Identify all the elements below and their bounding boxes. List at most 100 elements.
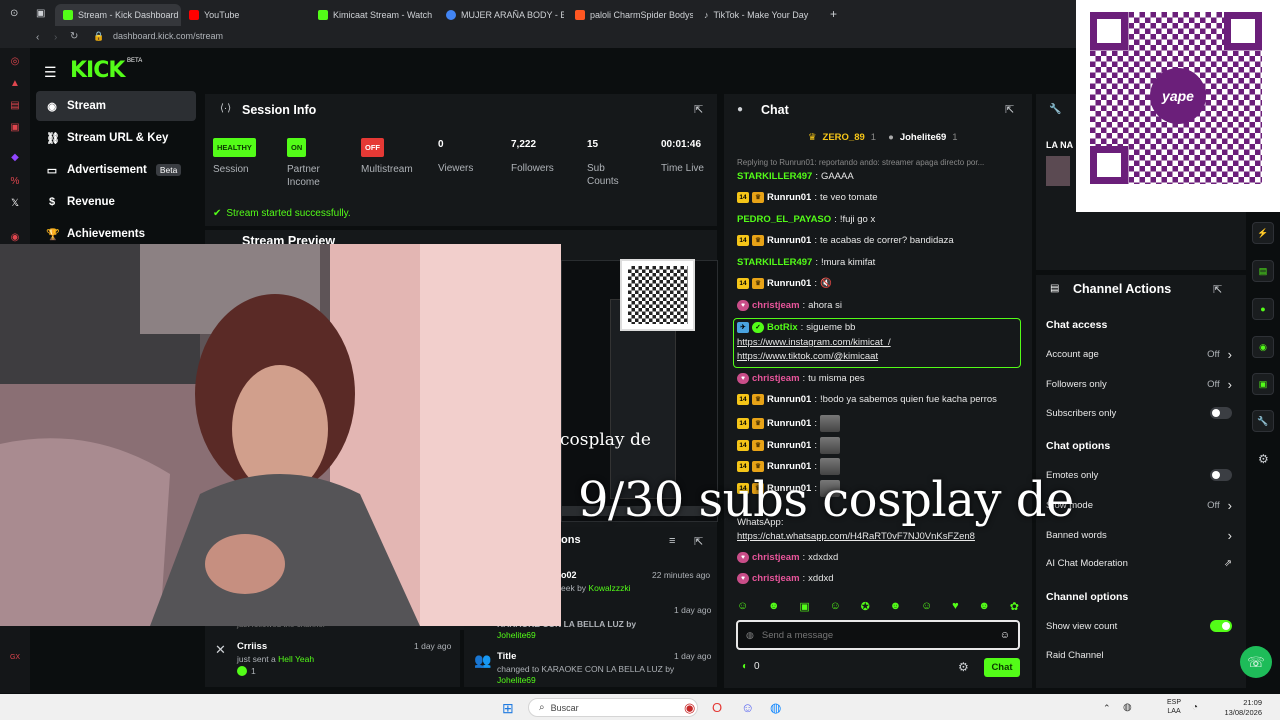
sidebar-app-icon[interactable]: ▣ xyxy=(9,122,21,134)
url-text[interactable]: dashboard.kick.com/stream xyxy=(113,31,223,41)
chevron-right-icon[interactable]: › xyxy=(1228,528,1232,543)
expand-icon[interactable]: ⇱ xyxy=(694,103,703,116)
chat-link[interactable]: https://www.instagram.com/kimicat_/ xyxy=(737,337,891,348)
setting-control[interactable]: Off › xyxy=(1207,377,1232,392)
chat-username[interactable]: BotRix xyxy=(767,322,798,333)
expand-icon[interactable]: ⇱ xyxy=(1213,283,1222,296)
activity-user[interactable]: Johelite69 xyxy=(497,675,536,685)
chat-link[interactable]: https://chat.whatsapp.com/H4RaRT0vF7NJ0V… xyxy=(737,531,975,542)
setting-control[interactable]: Off › xyxy=(1207,498,1232,513)
chat-username[interactable]: Runrun01 xyxy=(767,418,811,429)
taskbar-search[interactable]: ⌕ Buscar xyxy=(528,698,698,717)
chat-link[interactable]: https://www.tiktok.com/@kimicaat xyxy=(737,351,878,362)
toggle-switch[interactable] xyxy=(1210,469,1232,481)
app-icon[interactable]: ◉ xyxy=(684,700,695,716)
emote-icon[interactable]: ▣ xyxy=(799,600,809,614)
sidebar-app-icon[interactable]: % xyxy=(9,176,21,188)
chat-input-box[interactable]: ◍ ☺ xyxy=(736,620,1020,650)
tab-actions-icon[interactable]: ▣ xyxy=(36,8,45,19)
tab-kick-dashboard[interactable]: Stream - Kick Dashboard xyxy=(55,4,181,26)
pinned-user-name[interactable]: Johelite69 xyxy=(900,132,946,143)
chat-username[interactable]: christjeam xyxy=(752,573,800,584)
layout-icon[interactable]: ▣ xyxy=(1252,373,1274,395)
edge-icon[interactable]: ◍ xyxy=(770,700,781,716)
setting-row[interactable]: Show view count xyxy=(1046,620,1232,632)
chat-username[interactable]: christjeam xyxy=(752,552,800,563)
tab-aliexpress[interactable]: paloli CharmSpider Bodysu xyxy=(575,4,693,26)
chevron-right-icon[interactable]: › xyxy=(1228,498,1232,513)
setting-control[interactable] xyxy=(1210,469,1232,481)
chat-username[interactable]: STARKILLER497 xyxy=(737,171,812,182)
emote-icon[interactable]: ☺ xyxy=(830,600,841,614)
chat-username[interactable]: Runrun01 xyxy=(767,440,811,451)
window-menu-icon[interactable]: ⊙ xyxy=(10,8,18,19)
support-chat-icon[interactable]: ☏ xyxy=(1240,646,1272,678)
emote-icon[interactable]: ☺ xyxy=(921,600,932,614)
chevron-right-icon[interactable]: › xyxy=(1228,377,1232,392)
send-chat-button[interactable]: Chat xyxy=(984,658,1020,677)
chat-username[interactable]: Runrun01 xyxy=(767,235,811,246)
tab-youtube[interactable]: YouTube xyxy=(189,4,299,26)
gx-icon[interactable]: GX xyxy=(9,652,21,664)
close-x-icon[interactable]: ✕ xyxy=(215,642,226,658)
sidebar-item-stream-url[interactable]: ⛓ Stream URL & Key xyxy=(36,123,196,153)
emote-icon[interactable]: ☻ xyxy=(890,600,902,614)
wrench-icon[interactable]: 🔧 xyxy=(1252,410,1274,432)
channel-points[interactable]: ◐ 0 xyxy=(742,661,760,672)
emote-icon[interactable]: ☻ xyxy=(978,600,990,614)
emote-icon[interactable]: ☺ xyxy=(737,600,748,614)
discord-icon[interactable]: ☺ xyxy=(741,700,754,715)
toggle-switch[interactable] xyxy=(1210,620,1232,632)
tab-tiktok[interactable]: ♪ TikTok - Make Your Day xyxy=(704,4,814,26)
twitch-icon[interactable]: ◆ xyxy=(9,152,21,164)
filter-icon[interactable]: ≡ xyxy=(669,535,675,547)
setting-control[interactable] xyxy=(1210,407,1232,419)
x-icon[interactable]: 𝕏 xyxy=(9,198,21,210)
chat-settings-gear-icon[interactable]: ⚙ xyxy=(958,660,969,674)
chat-message-input[interactable] xyxy=(761,629,992,641)
setting-row[interactable]: Raid Channel xyxy=(1046,650,1232,661)
sidebar-app-icon[interactable]: ◎ xyxy=(9,56,21,68)
setting-control[interactable] xyxy=(1210,620,1232,632)
chat-bubble-icon[interactable]: ● xyxy=(1252,298,1274,320)
sidebar-item-advertisement[interactable]: ▭ Advertisement Beta xyxy=(36,155,196,185)
setting-control[interactable]: Off › xyxy=(1207,347,1232,362)
new-tab-button[interactable]: + xyxy=(830,7,837,21)
setting-row[interactable]: Subscribers only xyxy=(1046,407,1232,419)
sidebar-app-icon[interactable]: ▤ xyxy=(9,100,21,112)
pinned-user-name[interactable]: ZERO_89 xyxy=(823,132,865,143)
setting-row[interactable]: Banned words › xyxy=(1046,528,1232,543)
chat-username[interactable]: Runrun01 xyxy=(767,461,811,472)
setting-row[interactable]: Account age Off › xyxy=(1046,347,1232,362)
chat-username[interactable]: PEDRO_EL_PAYASO xyxy=(737,214,831,225)
expand-icon[interactable]: ⇱ xyxy=(1005,103,1014,116)
tab-google-search[interactable]: MUJER ARAÑA BODY - Bu xyxy=(446,4,564,26)
setting-control[interactable]: › xyxy=(1228,528,1232,543)
settings-gear-icon[interactable]: ⚙ xyxy=(1258,452,1269,466)
emoji-icon[interactable]: ☺ xyxy=(1000,630,1010,641)
emote-icon[interactable]: ♥ xyxy=(952,600,959,614)
external-link-icon[interactable]: ⇗ xyxy=(1224,558,1232,569)
chevron-right-icon[interactable]: › xyxy=(1228,347,1232,362)
emote-icon[interactable]: ✪ xyxy=(861,600,870,614)
activity-user[interactable]: Kowalzzzki xyxy=(588,583,630,593)
chat-username[interactable]: Runrun01 xyxy=(767,192,811,203)
chat-username[interactable]: christjeam xyxy=(752,373,800,384)
toggle-switch[interactable] xyxy=(1210,407,1232,419)
chat-username[interactable]: Runrun01 xyxy=(767,278,811,289)
chat-username[interactable]: christjeam xyxy=(752,300,800,311)
language-indicator[interactable]: ESP LAA xyxy=(1167,698,1181,716)
forward-icon[interactable]: › xyxy=(54,32,57,43)
expand-icon[interactable]: ⇱ xyxy=(694,535,703,548)
clock[interactable]: 21:09 13/08/2026 xyxy=(1222,698,1262,718)
emote-icon[interactable]: ✿ xyxy=(1010,600,1019,614)
setting-row[interactable]: AI Chat Moderation ⇗ xyxy=(1046,558,1232,569)
sidebar-item-stream[interactable]: ◉ Stream xyxy=(36,91,196,121)
tab-kimicaat-stream[interactable]: Kimicaat Stream - Watch L xyxy=(318,4,433,26)
chat-username[interactable]: Runrun01 xyxy=(767,394,811,405)
tray-app-icon[interactable]: ◍ xyxy=(1123,702,1132,713)
broadcast-icon[interactable]: ◉ xyxy=(1252,336,1274,358)
reload-icon[interactable]: ↻ xyxy=(70,31,78,42)
sidebar-app-icon[interactable]: ◉ xyxy=(9,232,21,244)
windows-start-icon[interactable]: ⊞ xyxy=(502,700,514,717)
